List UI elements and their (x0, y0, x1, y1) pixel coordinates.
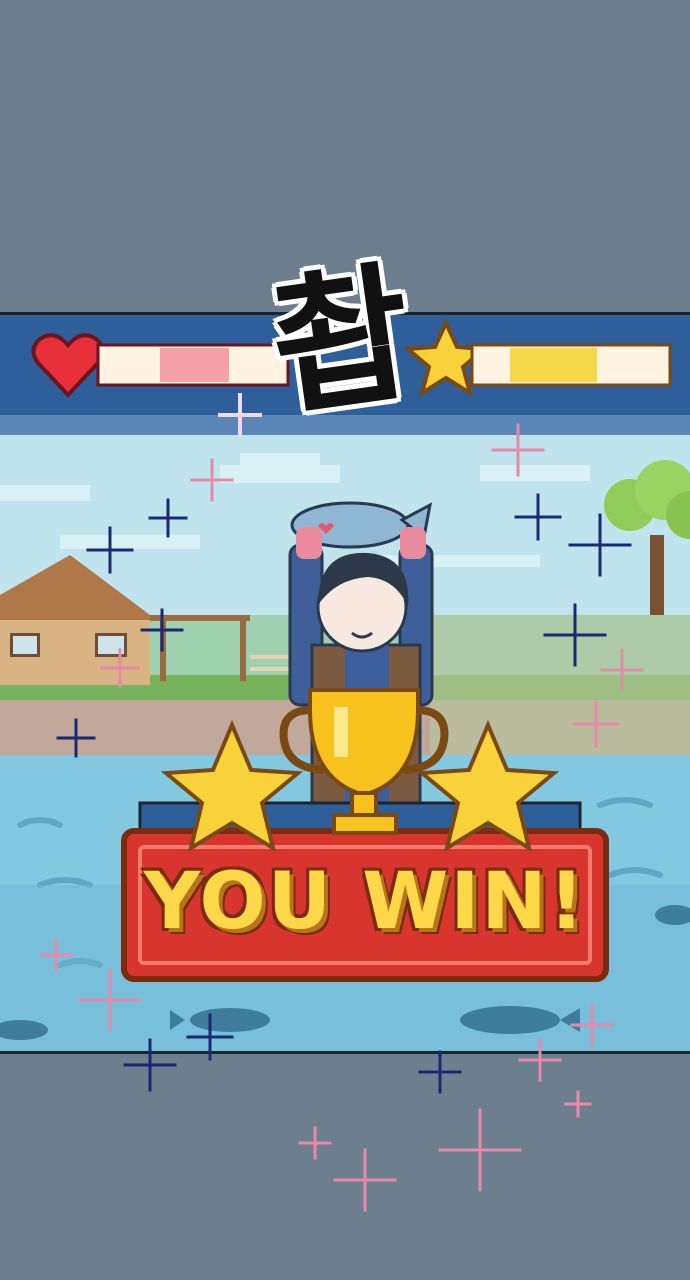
heart-icon (31, 333, 105, 398)
you-win-text: YOU WIN! (143, 857, 587, 947)
sound-effect-text: 촵 (261, 245, 423, 438)
comic-panel: 촵 YOU WIN! (0, 0, 690, 1280)
score-bar-fill (510, 348, 597, 382)
